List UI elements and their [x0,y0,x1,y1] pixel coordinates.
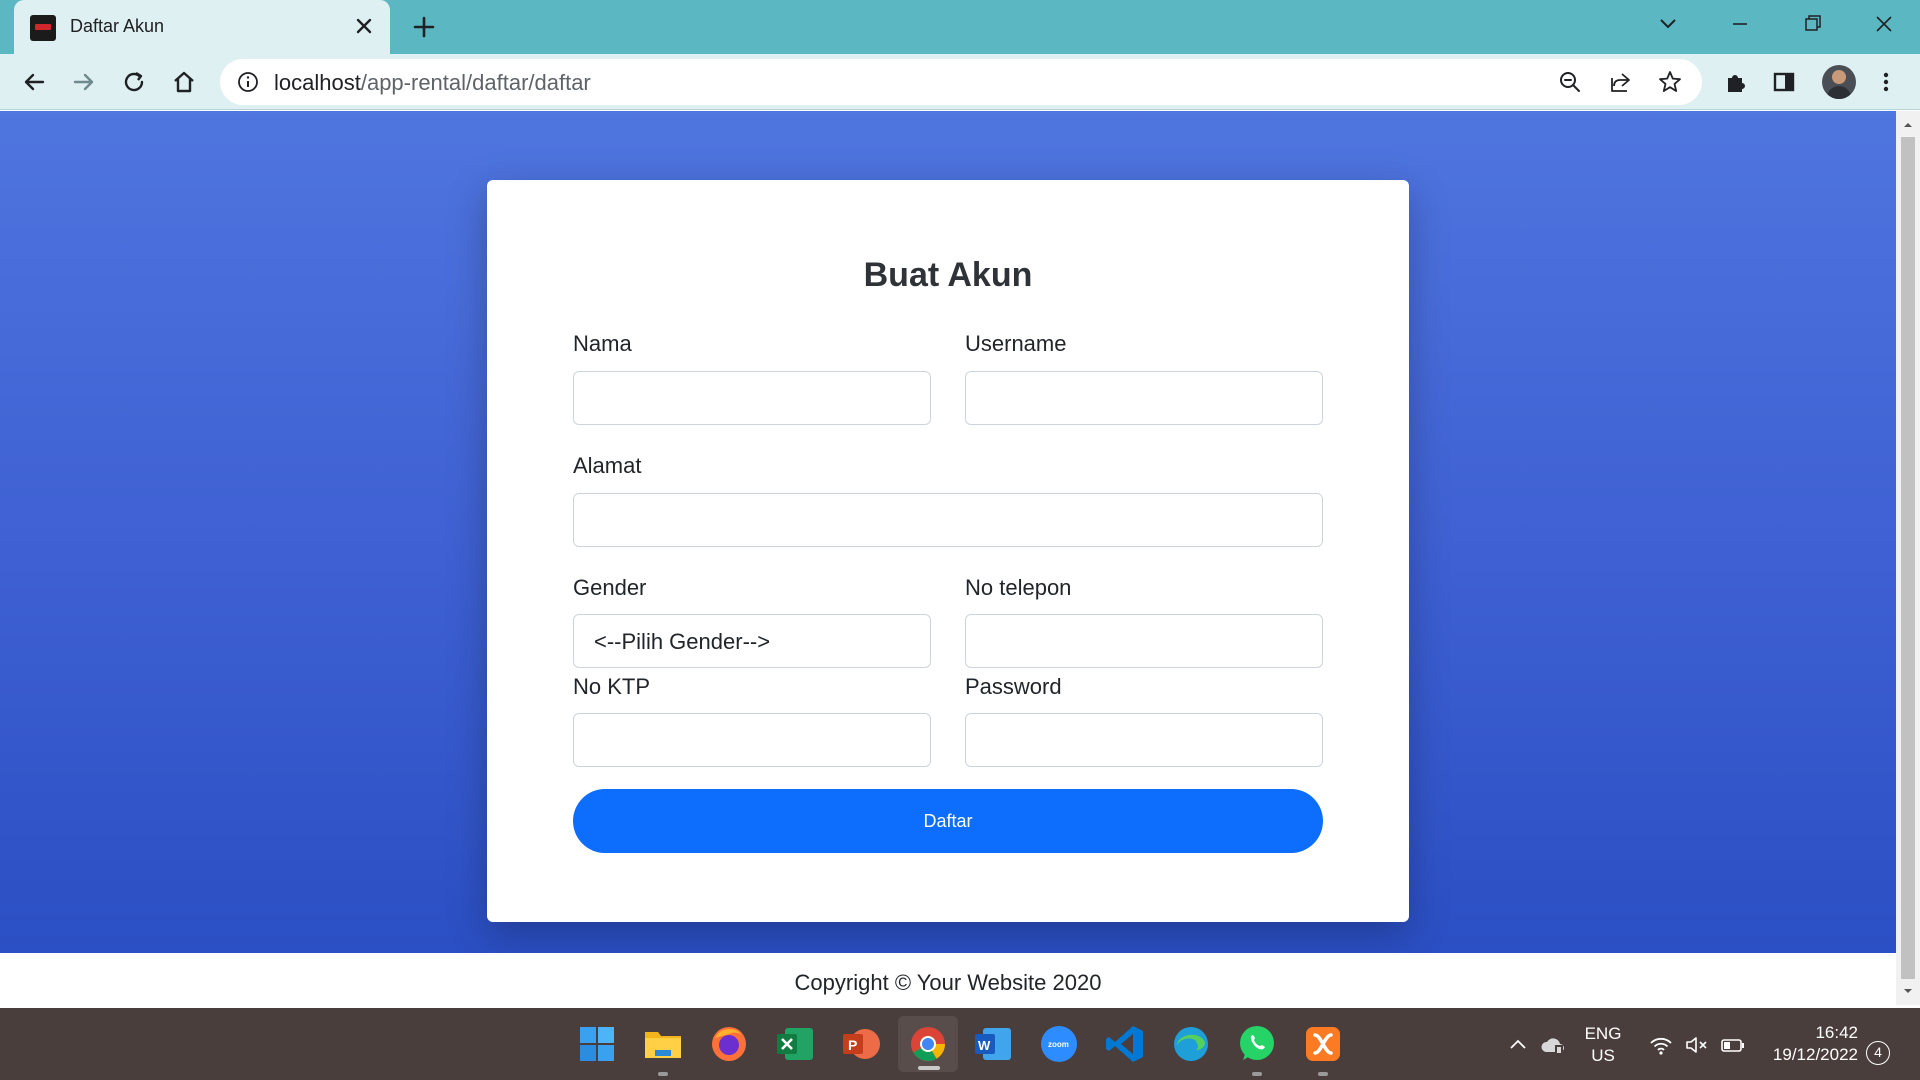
battery-icon[interactable] [1720,1034,1746,1056]
notification-badge[interactable]: 4 [1866,1041,1890,1065]
bookmark-star-icon[interactable] [1656,68,1684,96]
footer-copyright: Copyright © Your Website 2020 [0,953,1896,1005]
alamat-label: Alamat [573,453,642,478]
firefox-icon[interactable] [707,1022,751,1066]
gender-select[interactable]: <--Pilih Gender--> [573,614,931,668]
zoom-icon[interactable]: zoom [1037,1022,1081,1066]
page-viewport: Buat Akun Nama Username Alamat Gender <-… [0,111,1896,1005]
tab-title: Daftar Akun [70,16,165,36]
ktp-label: No KTP [573,674,651,699]
side-panel-icon[interactable] [1768,66,1800,98]
svg-text:W: W [978,1038,991,1053]
menu-kebab-icon[interactable] [1870,66,1902,98]
wifi-icon[interactable] [1648,1034,1674,1056]
tab-search-chevron-icon[interactable] [1648,8,1688,40]
alamat-input[interactable] [573,493,1323,547]
username-input[interactable] [965,371,1323,425]
site-info-icon[interactable] [236,70,260,94]
scroll-up-arrow-icon[interactable] [1902,119,1914,131]
close-window-icon[interactable] [1864,8,1904,40]
share-icon[interactable] [1606,68,1634,96]
nama-label: Nama [573,331,632,356]
language-indicator[interactable]: ENG US [1578,1023,1628,1067]
region-code: US [1591,1046,1615,1065]
onedrive-cloud-icon[interactable] [1540,1034,1566,1056]
show-hidden-icons-chevron-icon[interactable] [1505,1034,1531,1056]
language-code: ENG [1584,1024,1622,1043]
svg-text:P: P [848,1037,857,1053]
telepon-label: No telepon [965,575,1072,600]
xampp-icon[interactable] [1301,1022,1345,1076]
telepon-input[interactable] [965,614,1323,668]
scrollbar-thumb[interactable] [1901,137,1915,979]
whatsapp-icon[interactable] [1235,1022,1279,1076]
word-icon[interactable]: W [971,1022,1015,1066]
windows-start-icon[interactable] [575,1022,619,1066]
zoom-out-icon[interactable] [1556,68,1584,96]
page-background: Buat Akun Nama Username Alamat Gender <-… [0,111,1896,953]
extensions-icon[interactable] [1720,66,1752,98]
clock[interactable]: 16:42 19/12/2022 [1762,1022,1858,1066]
windows-taskbar: P W zoom ENG US 16:42 19/12/2022 4 [0,1008,1920,1080]
chrome-taskbar-button[interactable] [898,1016,958,1072]
gender-label: Gender [573,575,647,600]
browser-toolbar: localhost/app-rental/daftar/daftar [0,54,1920,110]
chrome-icon [911,1027,945,1061]
password-input[interactable] [965,713,1323,767]
clock-time: 16:42 [1815,1023,1858,1042]
clock-date: 19/12/2022 [1772,1045,1858,1064]
back-arrow-icon[interactable] [18,66,50,98]
minimize-icon[interactable] [1720,8,1760,40]
vscode-icon[interactable] [1103,1022,1147,1066]
close-tab-icon[interactable] [350,12,378,40]
speaker-muted-icon[interactable] [1684,1034,1710,1056]
ktp-input[interactable] [573,713,931,767]
page-scrollbar[interactable] [1896,111,1920,1005]
file-explorer-icon[interactable] [641,1022,685,1076]
restore-icon[interactable] [1792,8,1832,40]
forward-arrow-icon[interactable] [68,66,100,98]
password-label: Password [965,674,1062,699]
daftar-button[interactable]: Daftar [573,789,1323,853]
form-title: Buat Akun [863,256,1033,294]
address-bar[interactable]: localhost/app-rental/daftar/daftar [220,59,1702,105]
url-text[interactable]: localhost/app-rental/daftar/daftar [274,70,591,96]
edge-icon[interactable] [1169,1022,1213,1066]
nama-input[interactable] [573,371,931,425]
svg-text:zoom: zoom [1048,1040,1069,1049]
home-icon[interactable] [168,66,200,98]
reload-icon[interactable] [118,66,150,98]
scroll-down-arrow-icon[interactable] [1902,985,1914,997]
profile-avatar[interactable] [1822,65,1856,99]
browser-tab[interactable]: Daftar Akun [14,0,390,54]
excel-icon[interactable] [773,1022,817,1066]
username-label: Username [965,331,1067,356]
powerpoint-icon[interactable]: P [839,1022,883,1066]
browser-title-bar: Daftar Akun [0,0,1920,54]
site-favicon-icon [30,15,56,41]
register-card: Buat Akun Nama Username Alamat Gender <-… [487,180,1409,922]
new-tab-icon[interactable] [408,11,440,43]
